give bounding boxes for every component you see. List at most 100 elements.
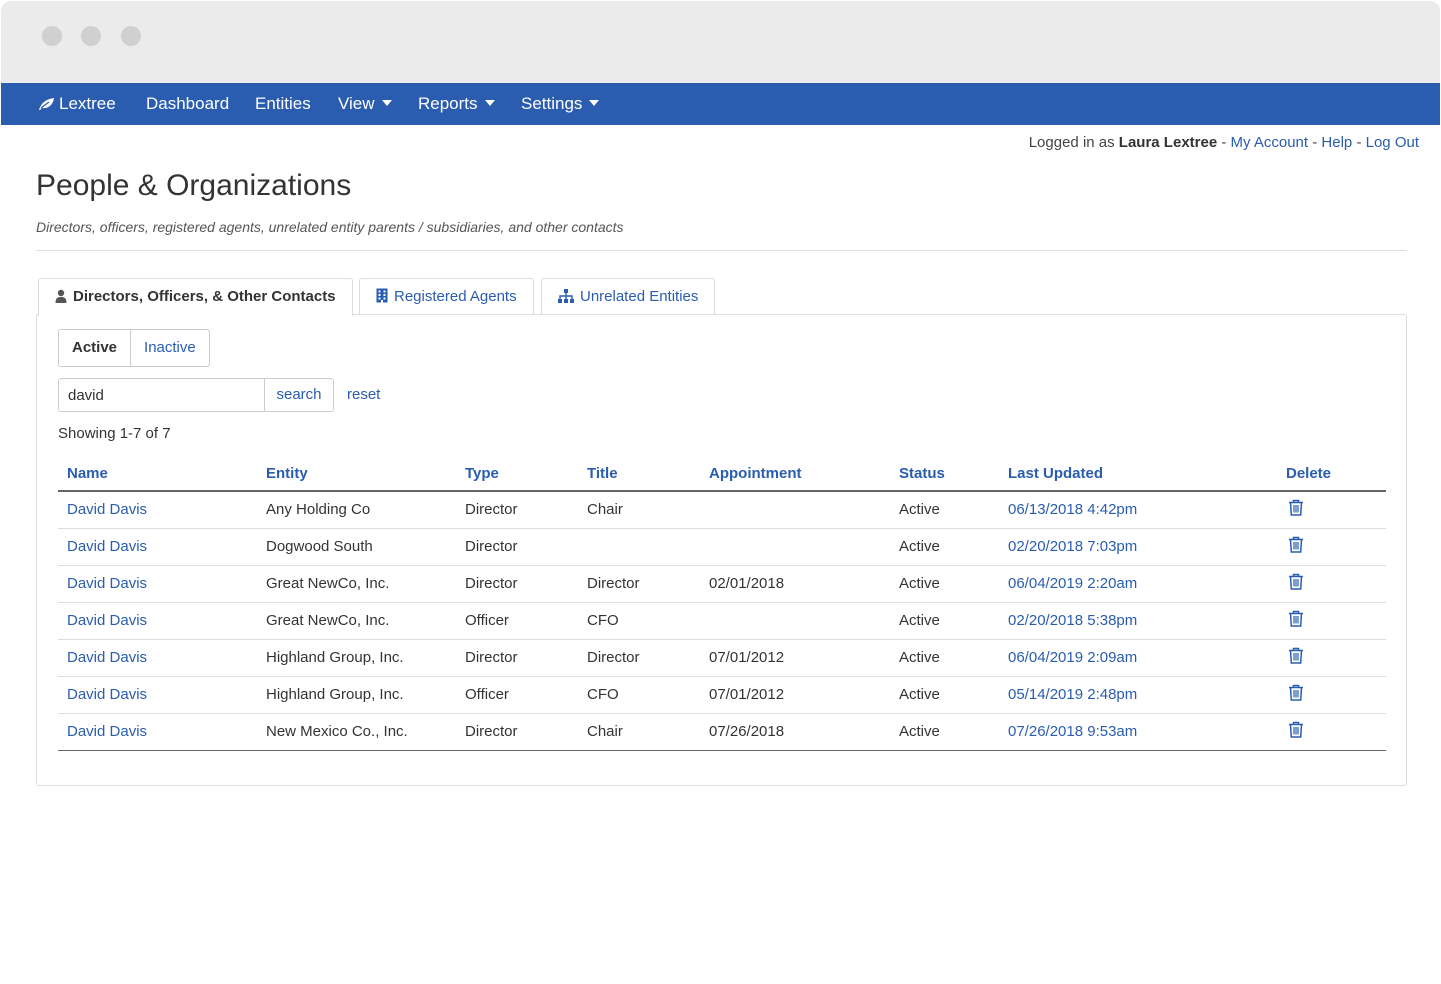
search-input[interactable] [59, 379, 264, 411]
search-button[interactable]: search [264, 379, 333, 411]
cell-delete [1277, 565, 1386, 603]
cell-last-updated-link[interactable]: 02/20/2018 5:38pm [999, 602, 1277, 640]
cell-name-link[interactable]: David Davis [58, 639, 257, 677]
cell-last-updated-link[interactable]: 05/14/2019 2:48pm [999, 676, 1277, 714]
separator: - [1312, 134, 1318, 151]
page-subtitle: Directors, officers, registered agents, … [36, 219, 624, 235]
cell-status: Active [890, 565, 999, 603]
cell-title: CFO [578, 676, 700, 714]
cell-title: CFO [578, 602, 700, 640]
cell-name-link[interactable]: David Davis [58, 528, 257, 566]
tab-registered-agents-label: Registered Agents [394, 288, 517, 305]
trash-icon[interactable] [1288, 573, 1304, 594]
cell-entity: Highland Group, Inc. [257, 676, 456, 714]
cell-delete [1277, 713, 1386, 751]
nav-dashboard-label: Dashboard [146, 94, 230, 113]
contacts-table: Name Entity Type Title Appointment Statu… [58, 457, 1386, 751]
cell-name-link[interactable]: David Davis [58, 676, 257, 714]
cell-last-updated-link[interactable]: 06/04/2019 2:20am [999, 565, 1277, 603]
cell-last-updated-link[interactable]: 06/13/2018 4:42pm [999, 491, 1277, 529]
cell-name-link[interactable]: David Davis [58, 491, 257, 529]
cell-appointment: 02/01/2018 [700, 565, 890, 603]
cell-delete [1277, 602, 1386, 640]
separator: - [1356, 134, 1362, 151]
help-link[interactable]: Help [1321, 134, 1352, 151]
cell-name-link[interactable]: David Davis [58, 602, 257, 640]
cell-status: Active [890, 528, 999, 566]
cell-appointment: 07/01/2012 [700, 639, 890, 677]
cell-appointment [700, 528, 890, 566]
column-header-title[interactable]: Title [578, 457, 700, 492]
cell-appointment: 07/26/2018 [700, 713, 890, 751]
column-header-name[interactable]: Name [58, 457, 257, 492]
cell-delete [1277, 491, 1386, 529]
window-titlebar [1, 1, 1440, 83]
trash-icon[interactable] [1288, 721, 1304, 742]
cell-last-updated-link[interactable]: 06/04/2019 2:09am [999, 639, 1277, 677]
table-row: David Davis Any Holding Co Director Chair Ac… [58, 491, 1386, 529]
cell-type: Director [456, 565, 578, 603]
nav-settings-dropdown[interactable]: Settings [521, 83, 600, 125]
cell-last-updated-link[interactable]: 07/26/2018 9:53am [999, 713, 1277, 751]
table-row: David Davis Great NewCo, Inc. Director Dire… [58, 565, 1386, 603]
cell-entity: New Mexico Co., Inc. [257, 713, 456, 751]
nav-settings-label: Settings [521, 94, 583, 113]
tab-directors-label: Directors, Officers, & Other Contacts [73, 288, 336, 305]
window-close-button[interactable] [42, 26, 62, 46]
nav-dashboard[interactable]: Dashboard [146, 83, 229, 125]
brand-name: Lextree [59, 94, 116, 113]
my-account-link[interactable]: My Account [1231, 134, 1309, 151]
column-header-appointment[interactable]: Appointment [700, 457, 890, 492]
tab-unrelated-entities[interactable]: Unrelated Entities [541, 278, 716, 315]
cell-title: Chair [578, 713, 700, 751]
column-header-delete: Delete [1277, 457, 1386, 492]
filter-active-button[interactable]: Active [59, 330, 132, 366]
column-header-entity[interactable]: Entity [257, 457, 456, 492]
cell-type: Director [456, 713, 578, 751]
user-name: Laura Lextree [1118, 134, 1218, 151]
nav-entities[interactable]: Entities [255, 83, 311, 125]
browser-window: Lextree Dashboard Entities View Reports … [1, 1, 1440, 983]
column-header-last-updated[interactable]: Last Updated [999, 457, 1277, 492]
cell-name-link[interactable]: David Davis [58, 713, 257, 751]
column-header-status[interactable]: Status [890, 457, 999, 492]
cell-delete [1277, 676, 1386, 714]
cell-status: Active [890, 676, 999, 714]
trash-icon[interactable] [1288, 499, 1304, 520]
brand-link[interactable]: Lextree [38, 83, 116, 125]
nav-entities-label: Entities [255, 94, 311, 113]
cell-status: Active [890, 491, 999, 529]
nav-reports-dropdown[interactable]: Reports [418, 83, 495, 125]
person-icon [55, 281, 67, 317]
caret-down-icon [589, 100, 600, 106]
cell-status: Active [890, 602, 999, 640]
tab-registered-agents[interactable]: Registered Agents [359, 278, 534, 315]
nav-view-dropdown[interactable]: View [338, 83, 392, 125]
column-header-type[interactable]: Type [456, 457, 578, 492]
cell-type: Director [456, 528, 578, 566]
window-zoom-button[interactable] [121, 26, 141, 46]
cell-entity: Highland Group, Inc. [257, 639, 456, 677]
results-count: Showing 1-7 of 7 [58, 425, 171, 442]
trash-icon[interactable] [1288, 610, 1304, 631]
separator: - [1221, 134, 1227, 151]
window-minimize-button[interactable] [81, 26, 101, 46]
log-out-link[interactable]: Log Out [1366, 134, 1419, 151]
trash-icon[interactable] [1288, 684, 1304, 705]
leaf-icon [38, 85, 55, 127]
filter-inactive-button[interactable]: Inactive [131, 330, 209, 366]
page-title: People & Organizations [36, 169, 352, 202]
trash-icon[interactable] [1288, 647, 1304, 668]
cell-name-link[interactable]: David Davis [58, 565, 257, 603]
cell-status: Active [890, 639, 999, 677]
search-group: search [58, 378, 334, 412]
reset-link[interactable]: reset [347, 386, 380, 403]
cell-title [578, 528, 700, 566]
trash-icon[interactable] [1288, 536, 1304, 557]
cell-last-updated-link[interactable]: 02/20/2018 7:03pm [999, 528, 1277, 566]
divider [36, 250, 1407, 251]
tab-directors-officers[interactable]: Directors, Officers, & Other Contacts [38, 278, 353, 316]
cell-delete [1277, 639, 1386, 677]
cell-title: Director [578, 639, 700, 677]
cell-status: Active [890, 713, 999, 751]
